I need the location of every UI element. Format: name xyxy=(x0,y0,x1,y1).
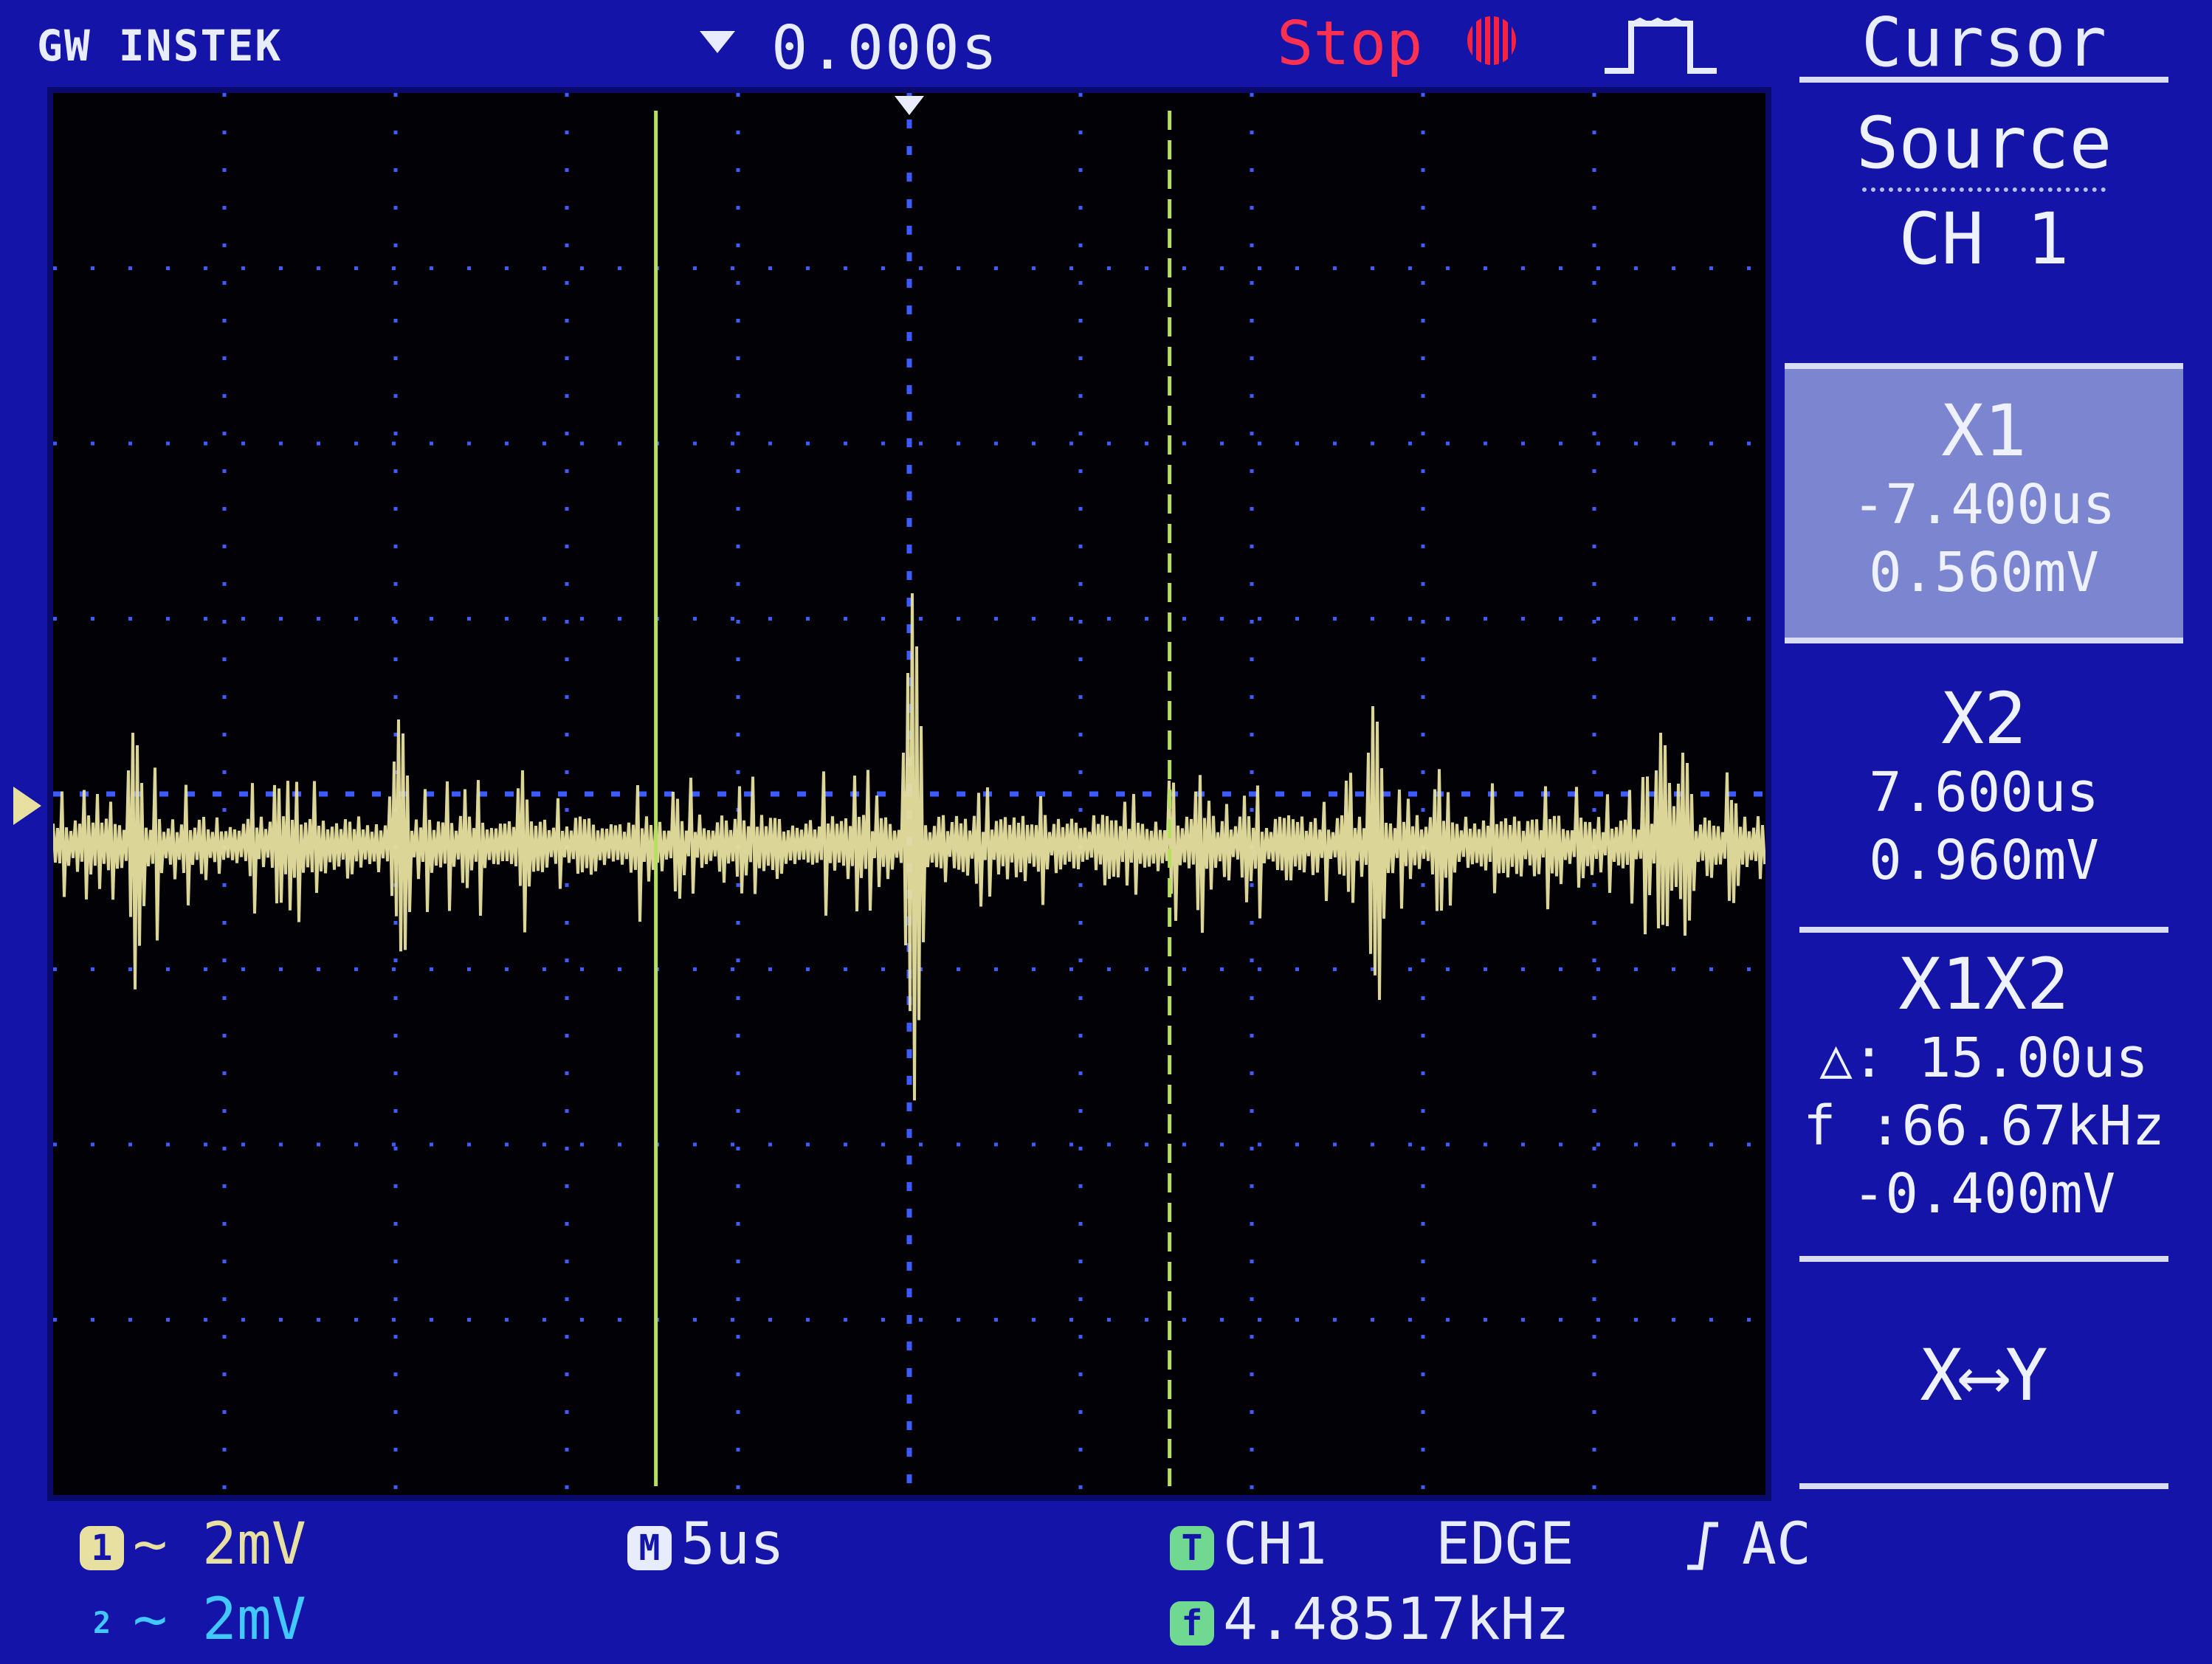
horizontal-position-readout: 0.000s xyxy=(771,13,999,83)
trigger-position-icon xyxy=(700,31,735,53)
source-label: Source xyxy=(1856,102,2112,184)
menu-separator xyxy=(1799,927,2168,933)
stop-icon xyxy=(1467,16,1516,65)
ch2-badge: 2 xyxy=(92,1606,111,1640)
waveform-display[interactable] xyxy=(47,87,1771,1501)
source-softkey[interactable]: Source CH 1 xyxy=(1785,103,2183,279)
frequency-value: 4.48517kHz xyxy=(1223,1587,1570,1653)
rising-edge-icon xyxy=(1687,1522,1718,1570)
timebase-badge: M xyxy=(627,1525,672,1570)
source-value: CH 1 xyxy=(1898,198,2070,280)
xy-swap-label: X⟷Y xyxy=(1920,1334,2048,1417)
xy-swap-softkey[interactable]: X⟷Y xyxy=(1785,1336,2183,1415)
x1-voltage-readout: 0.560mV xyxy=(1869,541,2099,604)
x1-label: X1 xyxy=(1941,390,2027,472)
trigger-coupling: AC xyxy=(1742,1511,1811,1578)
menu-separator xyxy=(1799,1483,2168,1489)
ch1-scale: ∼ 2mV xyxy=(133,1511,306,1578)
menu-separator xyxy=(1799,77,2168,83)
x2-time-readout: 7.600us xyxy=(1869,761,2099,824)
trigger-status[interactable]: T CH1 xyxy=(1170,1511,1327,1578)
x1-time-readout: -7.400us xyxy=(1852,473,2116,536)
trigger-point-icon xyxy=(895,96,924,115)
x2-label: X2 xyxy=(1941,677,2027,760)
brand-logo: GW INSTEK xyxy=(37,21,283,71)
trigger-type: EDGE xyxy=(1436,1511,1574,1578)
delta-time-readout: △: 15.00us xyxy=(1819,1026,2149,1090)
ch1-status[interactable]: 1 ∼ 2mV xyxy=(80,1511,306,1578)
trigger-edge-icon xyxy=(1605,17,1717,74)
frequency-badge: f xyxy=(1170,1601,1214,1646)
dotted-divider xyxy=(1862,187,2106,192)
delta-voltage-readout: -0.400mV xyxy=(1852,1162,2116,1226)
x1x2-label: X1X2 xyxy=(1898,943,2070,1026)
ch2-status[interactable]: 2 ∼ 2mV xyxy=(80,1587,306,1653)
menu-title: Cursor xyxy=(1861,3,2107,82)
menu-separator xyxy=(1799,1256,2168,1262)
trigger-badge: T xyxy=(1170,1525,1214,1570)
trigger-source: CH1 xyxy=(1223,1511,1327,1578)
timebase-value: 5us xyxy=(681,1511,785,1578)
cursor-menu: Cursor Source CH 1 X1 -7.400us 0.560mV X… xyxy=(1785,0,2183,1505)
waveform-svg xyxy=(53,93,1765,1495)
frequency-counter: f 4.48517kHz xyxy=(1170,1587,1570,1653)
x1x2-cursor-softkey[interactable]: X1X2 △: 15.00us f :66.67kHz -0.400mV xyxy=(1785,945,2183,1228)
ch1-badge: 1 xyxy=(80,1525,124,1570)
x1-cursor-softkey[interactable]: X1 -7.400us 0.560mV xyxy=(1785,363,2183,643)
run-status-label[interactable]: Stop xyxy=(1277,9,1422,79)
x2-cursor-softkey[interactable]: X2 7.600us 0.960mV xyxy=(1785,679,2183,894)
timebase-status[interactable]: M 5us xyxy=(627,1511,785,1578)
ch2-scale: ∼ 2mV xyxy=(133,1587,306,1653)
x2-voltage-readout: 0.960mV xyxy=(1869,829,2099,892)
ch1-ground-marker-icon[interactable] xyxy=(10,784,44,828)
frequency-readout: f :66.67kHz xyxy=(1802,1094,2166,1158)
